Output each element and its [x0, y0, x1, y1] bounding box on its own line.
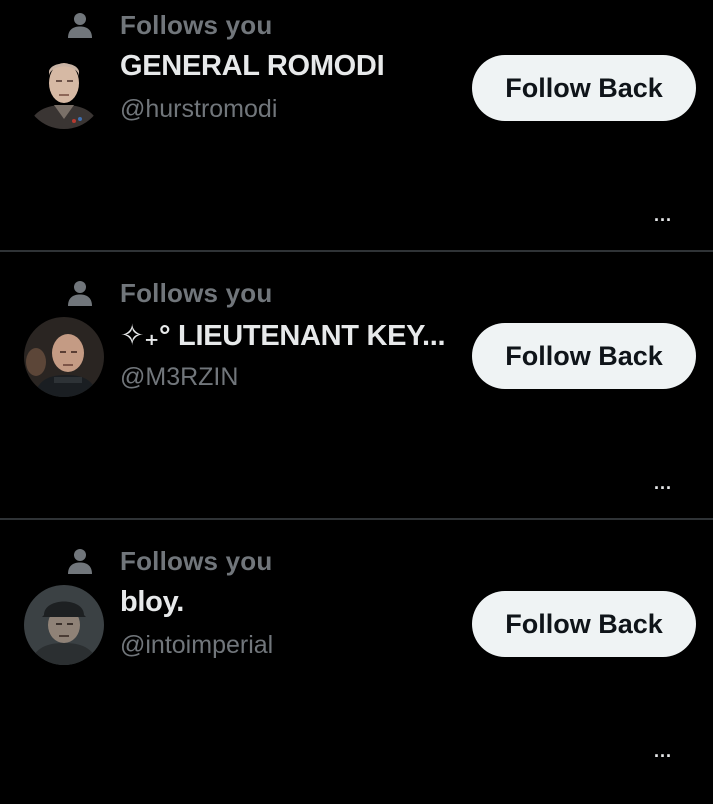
- display-name[interactable]: ✧₊° LIEUTENANT KEY...: [120, 318, 445, 353]
- user-cell[interactable]: Follows you ✧₊° LIEUTENANT KEY... @M3RZI…: [0, 268, 713, 536]
- display-name[interactable]: bloy.: [120, 586, 184, 619]
- user-handle[interactable]: @hurstromodi: [120, 95, 277, 124]
- user-cell[interactable]: Follows you bloy. @intoimperial Follow B…: [0, 536, 713, 804]
- divider: [0, 518, 713, 520]
- person-icon: [68, 13, 92, 38]
- user-cell[interactable]: Follows you GENERAL ROMODI @hurstromodi …: [0, 0, 713, 268]
- follows-you-label: Follows you: [120, 277, 273, 308]
- person-icon: [68, 549, 92, 574]
- follows-you-indicator: Follows you: [66, 276, 272, 310]
- user-handle[interactable]: @intoimperial: [120, 631, 273, 660]
- avatar[interactable]: [24, 317, 104, 397]
- more-options-icon[interactable]: ...: [646, 200, 680, 230]
- follow-back-button[interactable]: Follow Back: [472, 323, 696, 389]
- more-options-icon[interactable]: ...: [646, 468, 680, 498]
- person-icon: [68, 281, 92, 306]
- avatar[interactable]: [24, 49, 104, 129]
- follow-back-button[interactable]: Follow Back: [472, 591, 696, 657]
- follows-you-label: Follows you: [120, 545, 273, 576]
- divider: [0, 250, 713, 252]
- follows-you-label: Follows you: [120, 9, 273, 40]
- display-name[interactable]: GENERAL ROMODI: [120, 50, 384, 83]
- follows-you-indicator: Follows you: [66, 544, 272, 578]
- follows-you-indicator: Follows you: [66, 8, 272, 42]
- user-handle[interactable]: @M3RZIN: [120, 363, 238, 392]
- follow-back-button[interactable]: Follow Back: [472, 55, 696, 121]
- avatar[interactable]: [24, 585, 104, 665]
